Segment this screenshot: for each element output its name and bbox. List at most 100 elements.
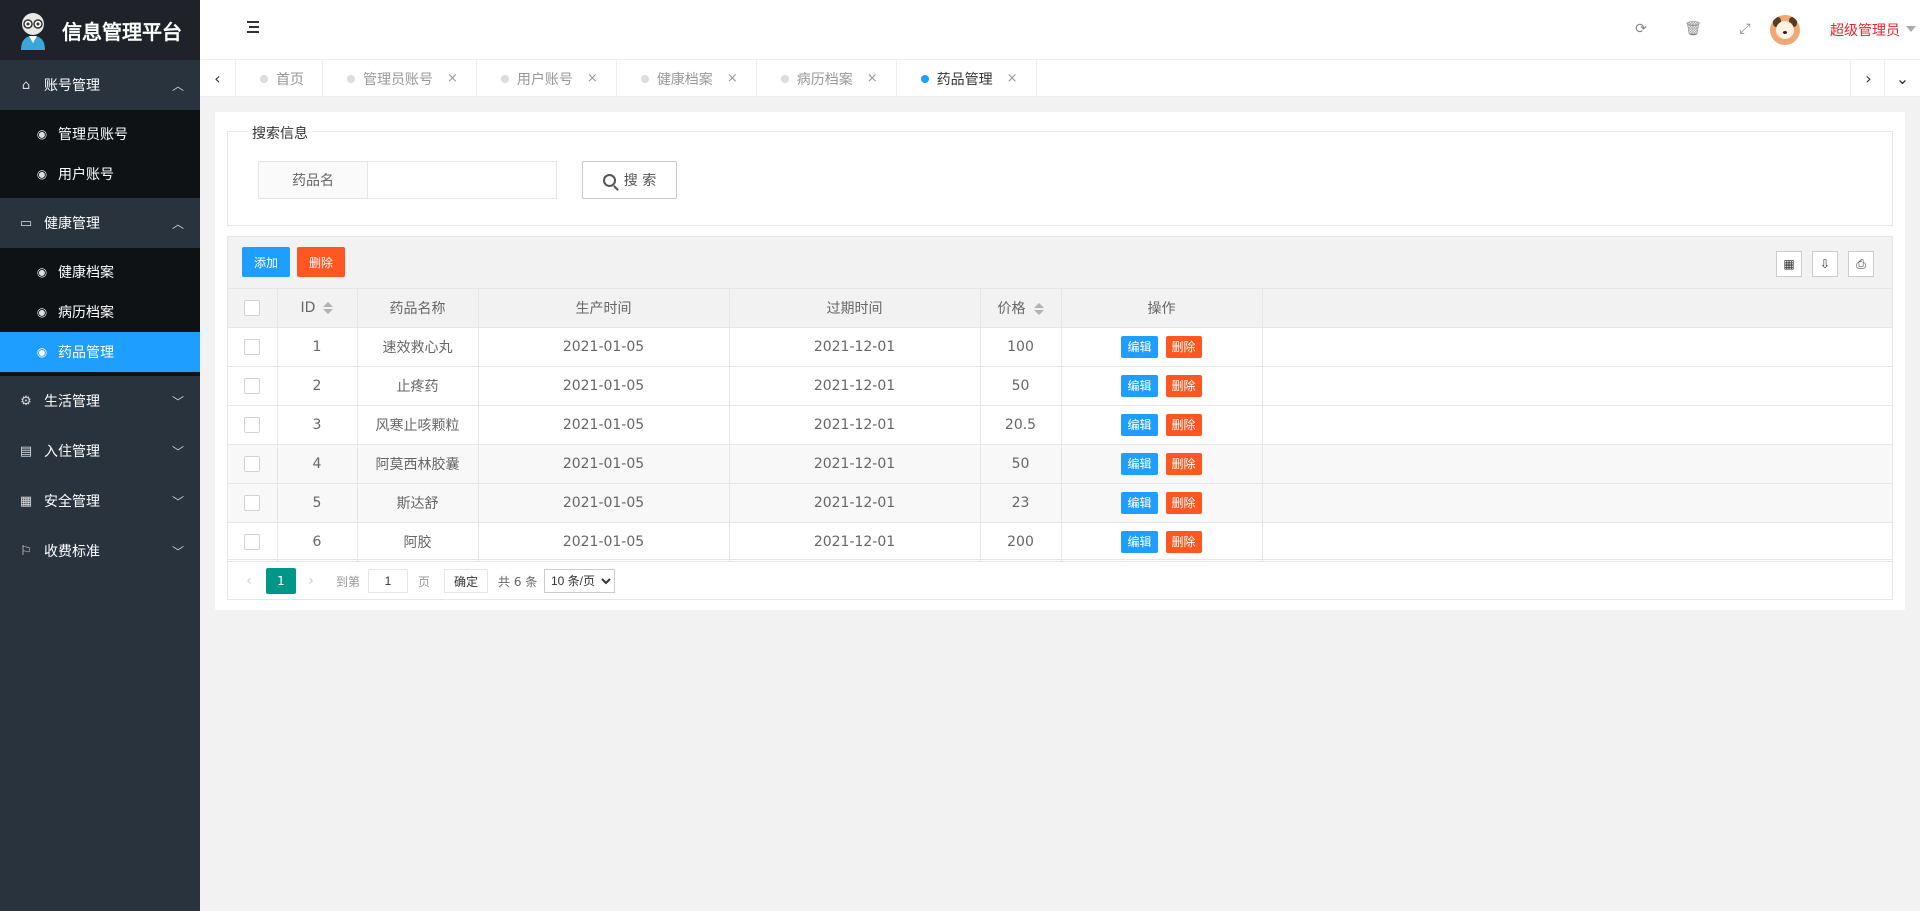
edit-button[interactable]: 编辑 [1121, 452, 1158, 475]
tab-label: 药品管理 [936, 71, 993, 88]
sidebar-item-admin-accounts[interactable]: ◉ 管理员账号 [0, 114, 200, 154]
top-header: ⟳ 🗑 ⤢ 超级管理员 [200, 0, 1920, 60]
table-row: 1 速效救心丸 2021-01-05 2021-12-01 100 编辑 删除 [228, 327, 1892, 367]
prev-page-icon[interactable]: ‹ [238, 568, 260, 594]
row-checkbox[interactable] [244, 377, 261, 394]
tab-medical-records[interactable]: 病历档案 × [757, 60, 897, 97]
window-icon: ▭ [19, 215, 33, 231]
row-checkbox[interactable] [244, 494, 261, 511]
sidebar-item-health-records[interactable]: ◉ 健康档案 [0, 252, 200, 292]
trash-icon[interactable]: 🗑 [1684, 20, 1702, 38]
delete-button[interactable]: 删除 [1165, 413, 1202, 436]
cell-price: 23 [980, 483, 1062, 523]
fullscreen-icon[interactable]: ⤢ [1736, 20, 1754, 38]
select-all-checkbox[interactable] [244, 299, 261, 316]
tab-admin-accounts[interactable]: 管理员账号 × [323, 60, 477, 97]
nav-parent-checkin[interactable]: ▤ 入住管理 ﹀ [0, 426, 200, 476]
caret-down-icon[interactable] [1906, 26, 1916, 32]
export-icon[interactable]: ⇩ [1812, 251, 1838, 277]
file-icon: ▤ [19, 443, 33, 459]
add-button[interactable]: 添加 [242, 247, 291, 277]
sidebar-item-label: 病历档案 [58, 305, 114, 321]
tab-scroll-right-button[interactable]: › [1850, 60, 1886, 97]
nav-parent-life[interactable]: ⚙ 生活管理 ﹀ [0, 376, 200, 426]
row-filler [1262, 483, 1892, 523]
logo-area[interactable]: 信息管理平台 [0, 0, 200, 60]
edit-button[interactable]: 编辑 [1121, 413, 1158, 436]
delete-button[interactable]: 删除 [1165, 374, 1202, 397]
nav-group-account: ⌂ 账号管理 ︿ ◉ 管理员账号 ◉ 用户账号 [0, 60, 200, 198]
dashboard-icon: ◉ [36, 305, 48, 319]
user-name[interactable]: 超级管理员 [1830, 20, 1900, 40]
close-icon[interactable]: × [727, 71, 738, 86]
edit-button[interactable]: 编辑 [1121, 335, 1158, 358]
cell-id: 6 [277, 522, 358, 562]
tab-scroll-left-button[interactable]: ‹ [200, 60, 236, 97]
tab-medicine-management[interactable]: 药品管理 × [897, 60, 1037, 97]
table-row: 2 止疼药 2021-01-05 2021-12-01 50 编辑 删除 [228, 366, 1892, 406]
nav-parent-account[interactable]: ⌂ 账号管理 ︿ [0, 60, 200, 110]
logo-icon [16, 10, 50, 50]
nav-parent-safety[interactable]: ▦ 安全管理 ﹀ [0, 476, 200, 526]
sort-icon[interactable] [1033, 302, 1044, 315]
search-icon [602, 173, 616, 187]
delete-button[interactable]: 删除 [1165, 335, 1202, 358]
sidebar-item-user-accounts[interactable]: ◉ 用户账号 [0, 154, 200, 194]
sidebar-item-medicine-management[interactable]: ◉ 药品管理 [0, 332, 200, 372]
cell-price: 200 [980, 522, 1062, 562]
columns-filter-icon[interactable]: ▦ [1776, 251, 1802, 277]
nav-parent-label: 生活管理 [44, 394, 100, 410]
goto-page-input[interactable] [368, 569, 408, 593]
nav-parent-fees[interactable]: ⚐ 收费标准 ﹀ [0, 526, 200, 576]
row-checkbox-cell [228, 327, 278, 367]
row-checkbox[interactable] [244, 455, 261, 472]
edit-button[interactable]: 编辑 [1121, 374, 1158, 397]
row-checkbox[interactable] [244, 416, 261, 433]
menu-toggle-icon[interactable] [244, 21, 260, 35]
cell-actions: 编辑 删除 [1061, 327, 1263, 367]
edit-button[interactable]: 编辑 [1121, 491, 1158, 514]
refresh-icon[interactable]: ⟳ [1632, 20, 1650, 38]
bulk-delete-button[interactable]: 删除 [297, 247, 346, 277]
tab-menu-button[interactable]: ⌄ [1884, 60, 1920, 97]
dashboard-icon: ◉ [36, 167, 48, 181]
nav-parent-health[interactable]: ▭ 健康管理 ︿ [0, 198, 200, 248]
column-header-id[interactable]: ID [277, 289, 358, 328]
search-button[interactable]: 搜 索 [582, 161, 677, 199]
sort-icon[interactable] [323, 301, 334, 314]
close-icon[interactable]: × [447, 71, 458, 86]
total-count: 共 6 条 [498, 574, 538, 589]
sidebar-item-medical-records[interactable]: ◉ 病历档案 [0, 292, 200, 332]
search-legend: 搜索信息 [248, 123, 312, 143]
row-checkbox-cell [228, 483, 278, 523]
chevron-up-icon: ︿ [171, 78, 184, 93]
next-page-icon[interactable]: › [300, 568, 322, 594]
medicine-name-input[interactable] [367, 161, 557, 199]
edit-button[interactable]: 编辑 [1121, 530, 1158, 553]
row-checkbox[interactable] [244, 338, 261, 355]
print-icon[interactable]: ⎙ [1848, 251, 1874, 277]
nav-parent-label: 账号管理 [44, 78, 100, 94]
tab-home[interactable]: 首页 [236, 60, 323, 97]
goto-confirm-button[interactable]: 确定 [444, 569, 489, 593]
cell-price: 50 [980, 366, 1062, 406]
close-icon[interactable]: × [1007, 71, 1018, 86]
cell-produced: 2021-01-05 [478, 327, 730, 367]
delete-button[interactable]: 删除 [1165, 530, 1202, 553]
delete-button[interactable]: 删除 [1165, 452, 1202, 475]
page-1-button[interactable]: 1 [266, 568, 296, 594]
tab-health-records[interactable]: 健康档案 × [617, 60, 757, 97]
tab-label: 首页 [276, 71, 304, 88]
page-size-select[interactable]: 10 条/页 20 条/页 30 条/页 40 条/页 50 条/页 [544, 569, 615, 593]
close-icon[interactable]: × [587, 71, 598, 86]
close-icon[interactable]: × [867, 71, 878, 86]
delete-button[interactable]: 删除 [1165, 491, 1202, 514]
tab-user-accounts[interactable]: 用户账号 × [477, 60, 617, 97]
column-header-price[interactable]: 价格 [980, 289, 1062, 328]
gears-icon: ⚙ [20, 393, 32, 409]
cell-expires: 2021-12-01 [729, 522, 981, 562]
chevron-down-icon: ﹀ [171, 394, 184, 409]
avatar[interactable] [1770, 15, 1800, 45]
row-checkbox[interactable] [244, 533, 261, 550]
chevron-down-icon: ﹀ [171, 544, 184, 559]
